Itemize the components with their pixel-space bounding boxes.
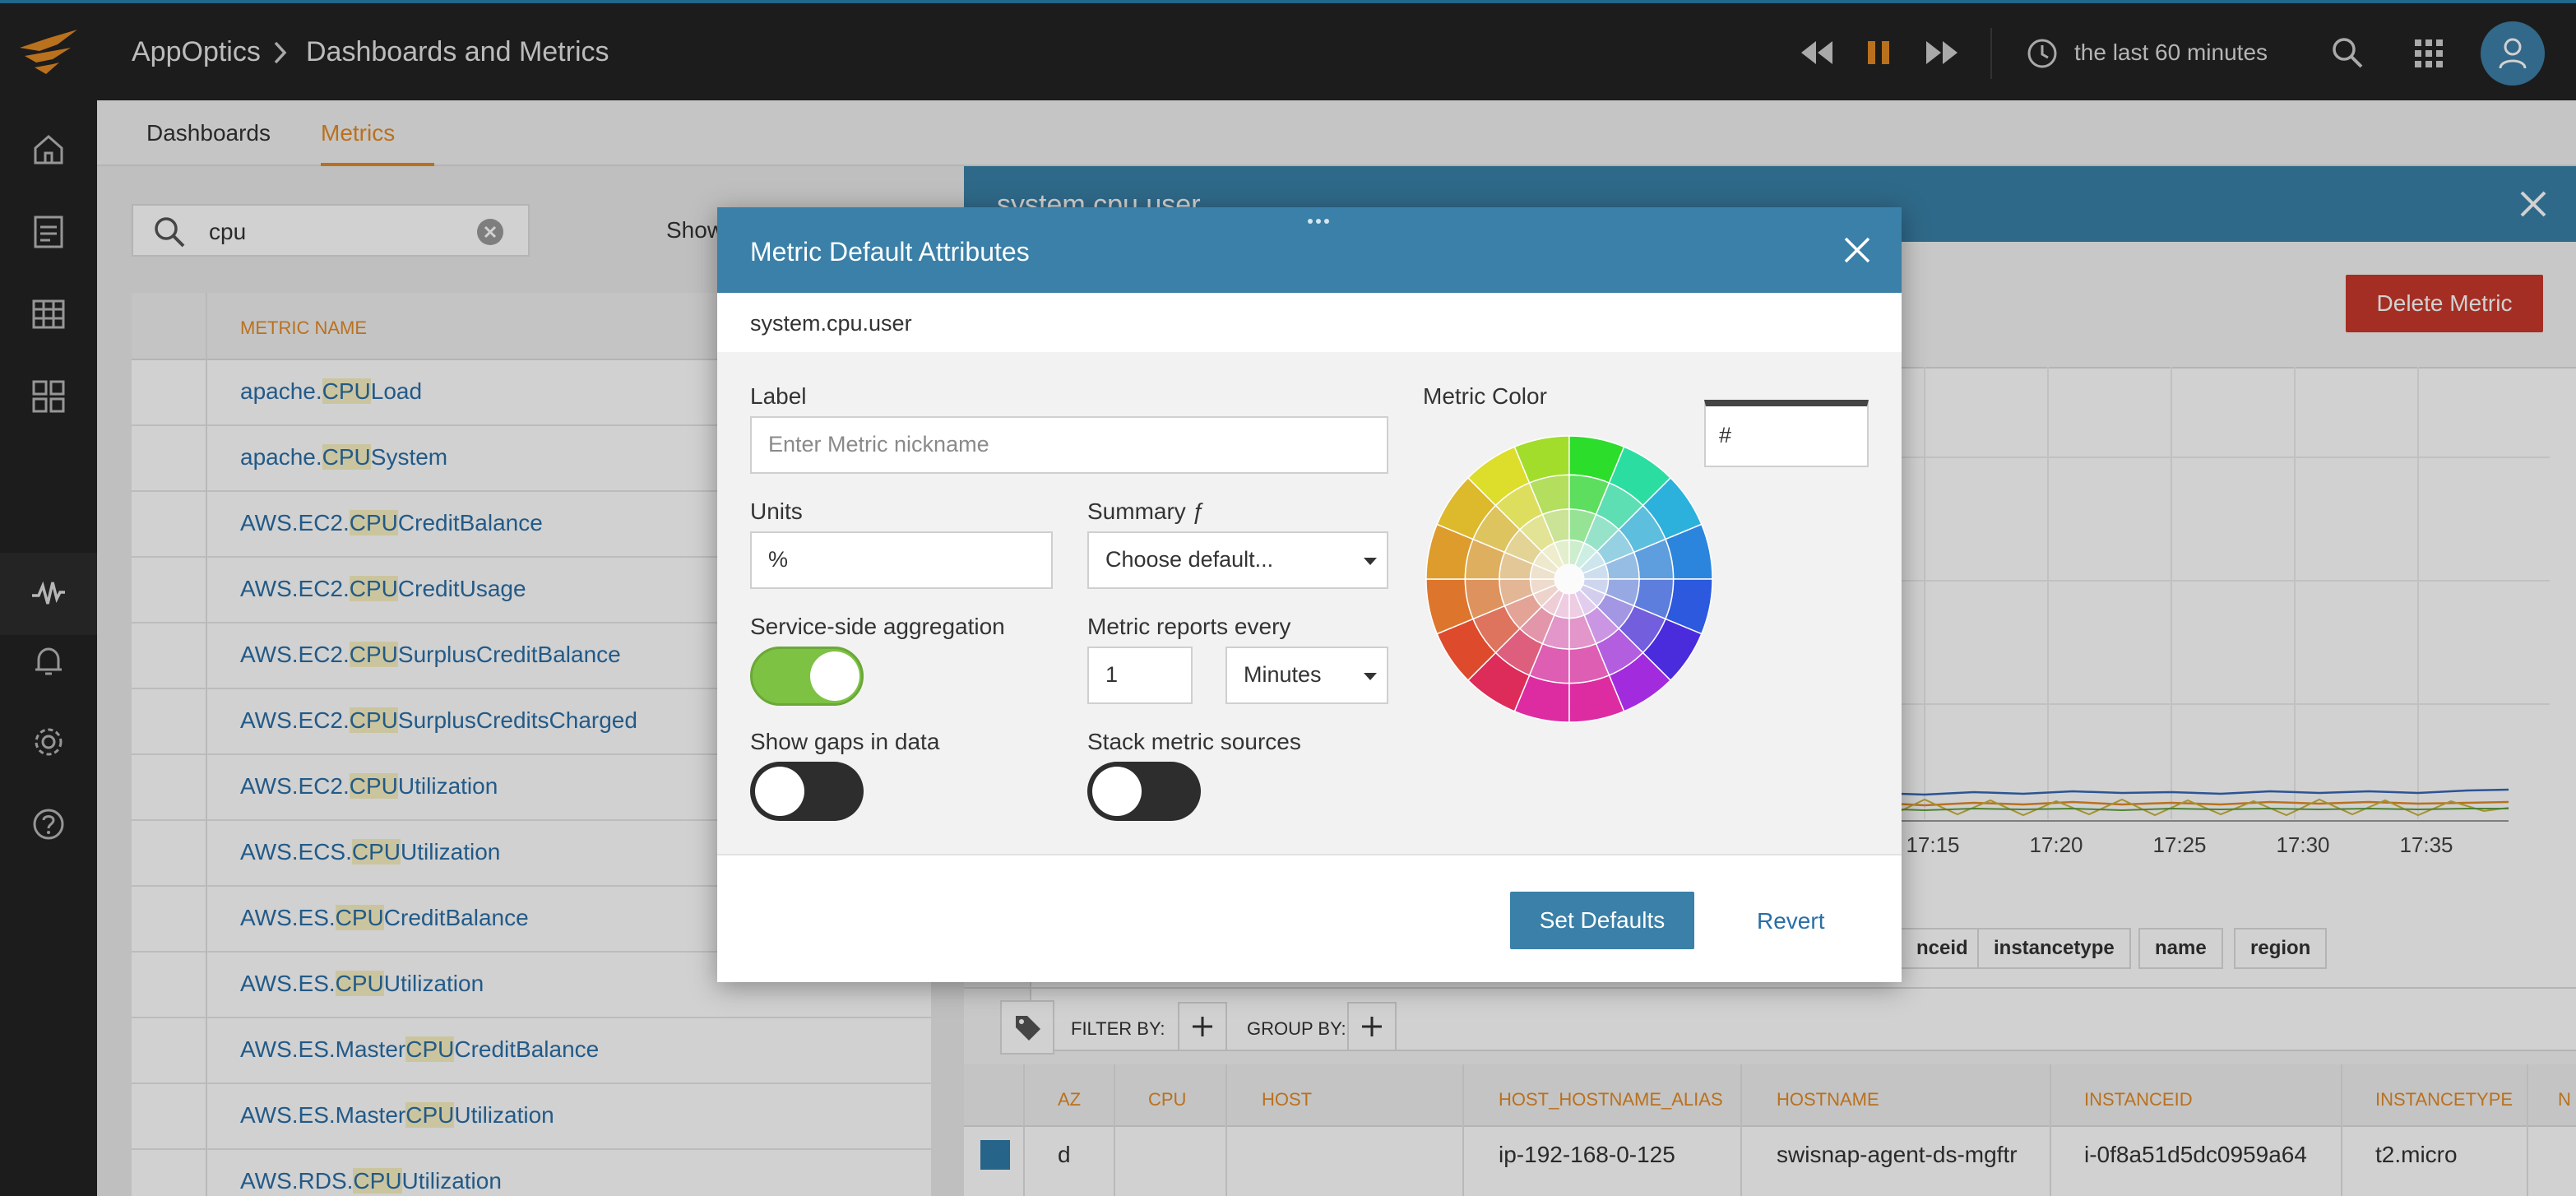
reports-every-input[interactable]: 1 xyxy=(1087,647,1193,704)
toggle-knob xyxy=(755,767,804,816)
label-input[interactable]: Enter Metric nickname xyxy=(750,416,1388,474)
metric-default-attributes-modal: Metric Default Attributes system.cpu.use… xyxy=(717,207,1902,982)
modal-title: Metric Default Attributes xyxy=(750,237,1030,267)
label-input-placeholder: Enter Metric nickname xyxy=(768,432,989,457)
chevron-down-icon xyxy=(1364,558,1377,565)
reports-every-unit-value: Minutes xyxy=(1244,662,1322,687)
close-icon[interactable] xyxy=(1842,235,1872,265)
summary-field-label: Summary ƒ xyxy=(1087,498,1206,524)
modal-metric-name-bar: system.cpu.user xyxy=(717,293,1902,352)
toggle-knob xyxy=(810,651,859,701)
aggregation-label: Service-side aggregation xyxy=(750,614,1005,639)
units-input-value: % xyxy=(768,547,789,572)
show-gaps-label: Show gaps in data xyxy=(750,729,940,754)
modal-header[interactable]: Metric Default Attributes xyxy=(717,207,1902,293)
aggregation-toggle[interactable] xyxy=(750,647,864,706)
units-input[interactable]: % xyxy=(750,531,1053,589)
modal-metric-name: system.cpu.user xyxy=(750,311,912,336)
color-swatch-white[interactable] xyxy=(1554,564,1584,594)
units-field-label: Units xyxy=(750,498,803,524)
color-hex-input[interactable]: # xyxy=(1704,400,1869,467)
metric-color-label: Metric Color xyxy=(1423,383,1547,409)
stack-sources-label: Stack metric sources xyxy=(1087,729,1301,754)
toggle-knob xyxy=(1092,767,1142,816)
summary-select[interactable]: Choose default... xyxy=(1087,531,1388,589)
set-defaults-button[interactable]: Set Defaults xyxy=(1510,892,1694,949)
drag-handle-icon[interactable] xyxy=(1306,217,1331,225)
chevron-down-icon xyxy=(1364,673,1377,680)
show-gaps-toggle[interactable] xyxy=(750,762,864,821)
revert-link[interactable]: Revert xyxy=(1757,908,1824,934)
modal-footer: Set Defaults Revert xyxy=(717,854,1902,982)
summary-select-value: Choose default... xyxy=(1105,547,1274,572)
reports-every-value: 1 xyxy=(1105,662,1119,687)
reports-every-unit-select[interactable]: Minutes xyxy=(1225,647,1388,704)
color-hex-value: # xyxy=(1719,423,1732,447)
color-wheel-picker[interactable] xyxy=(1423,433,1716,725)
reports-every-label: Metric reports every xyxy=(1087,614,1291,639)
stack-sources-toggle[interactable] xyxy=(1087,762,1201,821)
label-field-label: Label xyxy=(750,383,807,409)
